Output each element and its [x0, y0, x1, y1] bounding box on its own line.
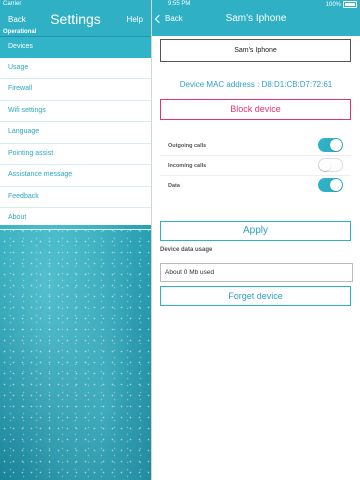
- panel-divider: [151, 0, 152, 480]
- menu-item-language[interactable]: Language: [0, 122, 151, 144]
- battery-status: 100%: [326, 1, 357, 8]
- toggle-row-incoming-calls: Incoming calls: [160, 158, 351, 176]
- section-label-operational: Operational: [3, 29, 37, 35]
- forget-device-button[interactable]: Forget device: [160, 286, 351, 306]
- settings-menu: Devices Usage Firewall Wifi settings Lan…: [0, 37, 151, 230]
- carrier-label: Carrier: [3, 1, 22, 7]
- device-name-field[interactable]: Sam's Iphone: [160, 39, 351, 62]
- clock: 9:55 PM: [168, 1, 191, 7]
- status-bar: Carrier 9:55 PM 100%: [0, 0, 360, 10]
- menu-item-usage[interactable]: Usage: [0, 58, 151, 79]
- mac-address-label: Device MAC address : D8:D1:CB:D7:72:61: [179, 80, 333, 89]
- row-separator: [160, 155, 351, 156]
- menu-item-assistance-message[interactable]: Assistance message: [0, 165, 151, 187]
- row-separator: [160, 175, 351, 176]
- toggle-row-outgoing-calls: Outgoing calls: [160, 138, 351, 156]
- data-usage-label: Device data usage: [160, 247, 213, 253]
- menu-item-feedback[interactable]: Feedback: [0, 187, 151, 208]
- block-device-button[interactable]: Block device: [160, 99, 351, 120]
- menu-item-pointing-assist[interactable]: Pointing assist: [0, 144, 151, 165]
- menu-item-wifi-settings[interactable]: Wifi settings: [0, 101, 151, 122]
- data-usage-value: About 0 Mb used: [160, 263, 353, 282]
- switch-knob: [330, 139, 342, 151]
- menu-item-about[interactable]: About: [0, 208, 151, 230]
- battery-percent: 100%: [325, 1, 341, 8]
- toggle-label: Outgoing calls: [168, 143, 207, 149]
- help-button[interactable]: Help: [127, 15, 143, 24]
- data-switch[interactable]: [318, 178, 343, 192]
- menu-item-devices[interactable]: Devices: [0, 37, 151, 58]
- device-panel: Back Sam's Iphone Sam's Iphone Device MA…: [152, 0, 360, 480]
- apply-button[interactable]: Apply: [160, 221, 351, 241]
- toggle-label: Data: [168, 183, 180, 189]
- incoming-calls-switch[interactable]: [318, 158, 343, 172]
- battery-icon: [343, 1, 357, 8]
- switch-knob: [330, 179, 342, 191]
- menu-item-firewall[interactable]: Firewall: [0, 79, 151, 101]
- device-title: Sam's Iphone: [225, 13, 287, 24]
- toggle-row-data: Data: [168, 178, 343, 194]
- outgoing-calls-switch[interactable]: [318, 138, 343, 152]
- settings-panel: Back Settings Help Operational Devices U…: [0, 0, 151, 480]
- toggle-label: Incoming calls: [168, 163, 207, 169]
- switch-knob: [319, 159, 331, 171]
